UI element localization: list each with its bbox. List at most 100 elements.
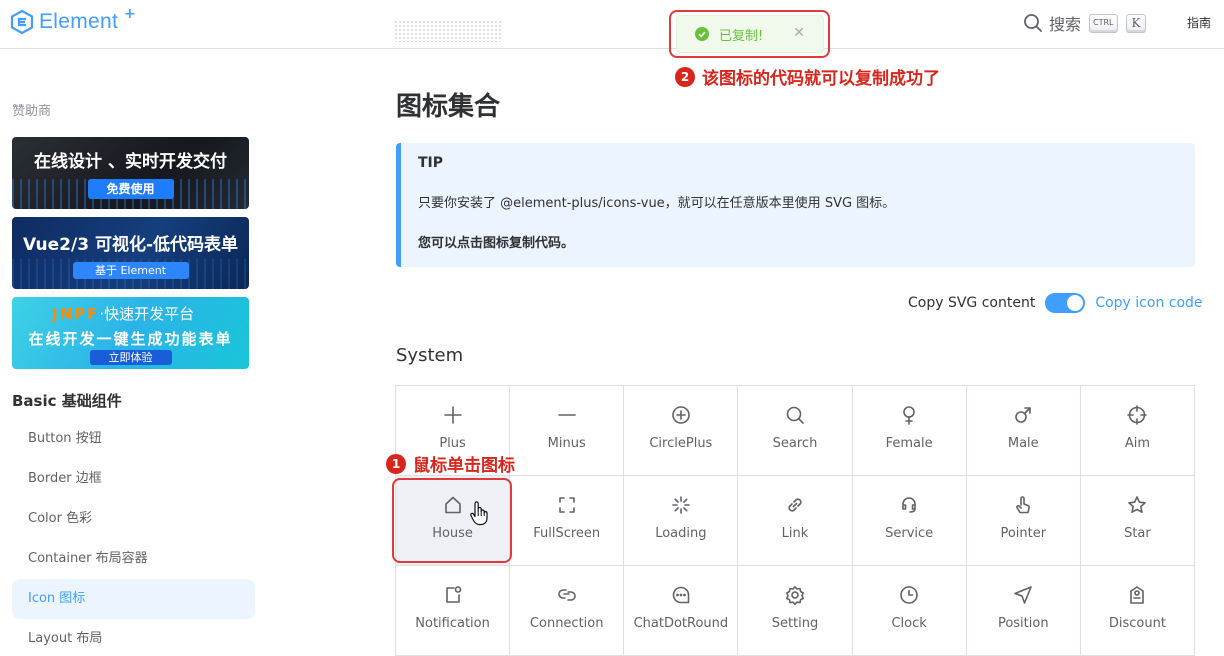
icon-label: CirclePlus	[649, 436, 713, 451]
element-logo-icon	[10, 9, 34, 35]
icon-label: Position	[997, 616, 1049, 631]
icon-label: Pointer	[1000, 526, 1047, 541]
link-icon	[788, 498, 802, 512]
nav-guide-link[interactable]: 指南	[1187, 14, 1211, 31]
annotation-step-1: 1 鼠标单击图标	[386, 451, 515, 476]
pointer-hand-icon	[1016, 496, 1031, 514]
copy-mode-switch[interactable]	[1045, 293, 1086, 313]
icon-label: Notification	[415, 616, 490, 631]
kbd-ctrl: CTRL	[1089, 13, 1118, 33]
annotation-text: 该图标的代码就可以复制成功了	[702, 69, 940, 89]
icon-label: Minus	[547, 436, 586, 451]
logo[interactable]: Element +	[9, 6, 136, 35]
icon-cell-notification[interactable]: Notification	[396, 566, 511, 656]
icon-label: Search	[772, 436, 818, 451]
banner-brand-text: ·快速开发平台	[99, 305, 195, 323]
circle-plus-icon	[672, 406, 690, 424]
copy-svg-label[interactable]: Copy SVG content	[908, 295, 1035, 311]
banner-button[interactable]: 免费使用	[87, 179, 174, 199]
icon-cell-connection[interactable]: Connection	[510, 566, 625, 656]
sidebar-item-icon[interactable]: Icon 图标	[12, 579, 255, 619]
female-icon	[903, 406, 915, 425]
logo-text: Element	[39, 10, 119, 33]
hand-cursor-icon	[470, 501, 488, 526]
icon-label: Female	[885, 436, 933, 451]
banner-button[interactable]: 立即体验	[89, 350, 172, 365]
search-label: 搜索	[1049, 15, 1082, 34]
icon-cell-chatdotround[interactable]: ChatDotRound	[624, 566, 739, 656]
aim-icon	[1127, 405, 1148, 425]
icon-cell-link[interactable]: Link	[738, 476, 853, 566]
icon-cell-fullscreen[interactable]: FullScreen	[510, 476, 625, 566]
tip-box: TIP 只要你安装了 @element-plus/icons-vue，就可以在任…	[396, 143, 1195, 267]
annotation-text: 鼠标单击图标	[413, 456, 515, 476]
icon-cell-minus[interactable]: Minus	[510, 386, 625, 476]
fullscreen-icon	[558, 497, 575, 513]
banner-button[interactable]: 基于 Element	[72, 262, 189, 279]
icon-cell-search[interactable]: Search	[738, 386, 853, 476]
position-arrow-icon	[1014, 586, 1033, 604]
banner-title: 在线开发一键生成功能表单	[28, 330, 233, 348]
icon-cell-setting[interactable]: Setting	[738, 566, 853, 656]
icon-label: Setting	[771, 616, 819, 631]
house-highlight-box	[392, 478, 512, 563]
sidebar-item-button[interactable]: Button 按钮	[12, 419, 255, 459]
icon-cell-circleplus[interactable]: CirclePlus	[624, 386, 739, 476]
logo-plus: +	[124, 6, 136, 22]
notification-icon	[445, 586, 461, 603]
search-icon	[1024, 14, 1042, 32]
icon-cell-star[interactable]: Star	[1080, 476, 1195, 566]
tip-text: 只要你安装了 @element-plus/icons-vue，就可以在任意版本里…	[418, 196, 896, 211]
sponsor-banner-2[interactable]: Vue2/3 可视化-低代码表单 基于 Element	[12, 217, 249, 289]
icon-label: FullScreen	[533, 526, 601, 541]
tip-text-2: 您可以点击图标复制代码。	[418, 236, 575, 251]
icon-grid: Plus Minus CirclePlus Search Female Male…	[395, 385, 1195, 656]
copy-code-label[interactable]: Copy icon code	[1095, 295, 1202, 311]
kbd-k: K	[1125, 13, 1147, 33]
icon-cell-male[interactable]: Male	[966, 386, 1081, 476]
icon-cell-loading[interactable]: Loading	[624, 476, 739, 566]
toast-highlight-box	[669, 10, 830, 58]
sidebar-item-color[interactable]: Color 色彩	[12, 499, 255, 539]
sponsor-banner-3[interactable]: JNPF·快速开发平台 在线开发一键生成功能表单 立即体验	[12, 297, 249, 369]
connection-icon	[557, 589, 576, 601]
icon-label: Clock	[891, 616, 927, 631]
icon-label: Star	[1124, 526, 1151, 541]
icon-label: Connection	[529, 616, 604, 631]
page-title: 图标集合	[396, 92, 501, 122]
banner-brand: JNPF·快速开发平台	[52, 303, 194, 324]
clock-icon	[900, 586, 918, 604]
icon-label: Loading	[655, 526, 707, 541]
icon-cell-pointer[interactable]: Pointer	[966, 476, 1081, 566]
banner-title: Vue2/3 可视化-低代码表单	[22, 235, 239, 255]
icon-label: Link	[781, 526, 809, 541]
male-icon	[1015, 407, 1032, 423]
section-title: System	[396, 345, 464, 366]
annotation-number: 1	[386, 453, 406, 474]
minus-icon	[557, 414, 576, 416]
header-pattern	[394, 20, 502, 42]
icon-cell-aim[interactable]: Aim	[1080, 386, 1195, 476]
tip-title: TIP	[418, 155, 444, 171]
sidebar-item-container[interactable]: Container 布局容器	[12, 539, 255, 579]
icon-cell-position[interactable]: Position	[966, 566, 1081, 656]
search-button[interactable]: 搜索 CTRL K	[1023, 11, 1147, 35]
annotation-number: 2	[675, 66, 695, 87]
banner-title: 在线设计 、实时开发交付	[34, 152, 227, 172]
sidebar-item-border[interactable]: Border 边框	[12, 459, 255, 499]
discount-tag-icon	[1130, 586, 1145, 604]
loading-icon	[672, 496, 690, 514]
icon-cell-female[interactable]: Female	[852, 386, 967, 476]
banner-brand-accent: JNPF	[52, 305, 100, 323]
icon-label: Male	[1007, 436, 1039, 451]
sidebar-item-layout[interactable]: Layout 布局	[12, 619, 255, 656]
icon-label: Aim	[1124, 436, 1150, 451]
icon-label: Service	[885, 526, 934, 541]
sponsor-banner-1[interactable]: 在线设计 、实时开发交付 免费使用	[12, 137, 249, 209]
icon-cell-service[interactable]: Service	[852, 476, 967, 566]
top-header: Element + 搜索 CTRL K 指南	[0, 0, 1224, 49]
icon-label: ChatDotRound	[633, 616, 729, 631]
icon-cell-clock[interactable]: Clock	[852, 566, 967, 656]
icon-cell-discount[interactable]: Discount	[1080, 566, 1195, 656]
star-icon	[1128, 496, 1147, 513]
